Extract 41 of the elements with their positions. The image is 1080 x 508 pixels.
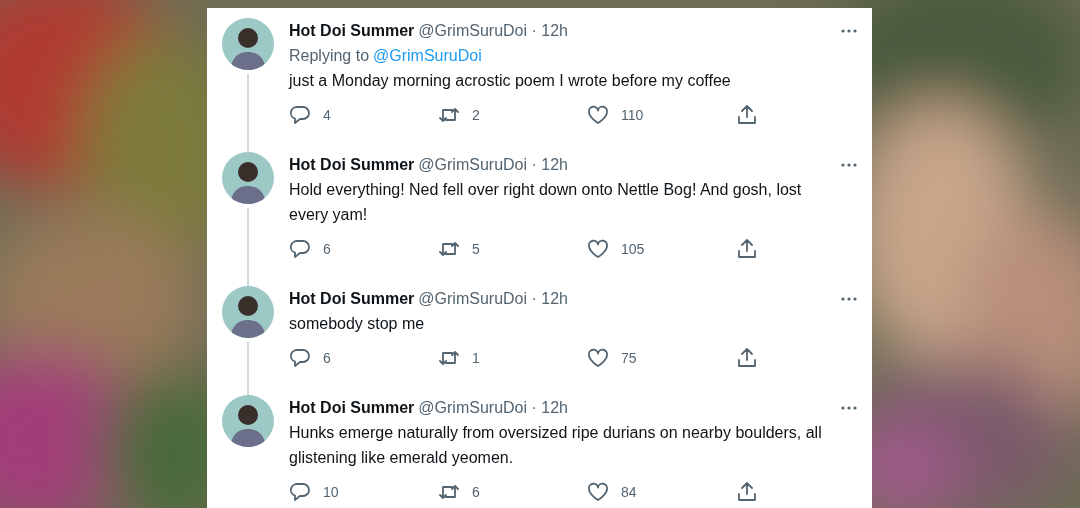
heart-icon[interactable] xyxy=(587,104,609,126)
share-icon[interactable] xyxy=(736,481,758,503)
action-count: 110 xyxy=(621,105,644,125)
action-count: 6 xyxy=(323,239,331,259)
reply-icon[interactable] xyxy=(289,481,311,503)
author-name[interactable]: Hot Doi Summer xyxy=(289,286,415,311)
action-count: 6 xyxy=(472,482,480,502)
avatar[interactable] xyxy=(222,286,274,338)
action-count: 1 xyxy=(472,348,480,368)
author-name[interactable]: Hot Doi Summer xyxy=(289,395,415,420)
reply-icon[interactable] xyxy=(289,104,311,126)
avatar[interactable] xyxy=(222,395,274,447)
share-icon[interactable] xyxy=(736,347,758,369)
tweet-text: Hold everything! Ned fell over right down onto Nettle Bog! And gosh, lost every yam! xyxy=(289,180,803,225)
action-count: 4 xyxy=(323,105,331,125)
heart-icon[interactable] xyxy=(587,238,609,260)
tweet-meta: @GrimSuruDoi · 12h xyxy=(418,20,569,41)
action-count: 5 xyxy=(472,239,480,259)
action-count: 75 xyxy=(621,348,637,368)
tweet-text: Hunks emerge naturally from oversized ripe durians on nearby boulders, all glistening like emerald yeomen. xyxy=(289,423,823,468)
action-count: 105 xyxy=(621,239,645,259)
share-icon[interactable] xyxy=(736,238,758,260)
replying-label: Replying to xyxy=(289,45,370,66)
heart-icon[interactable] xyxy=(587,481,609,503)
tweet-text: just a Monday morning acrostic poem I wrote before my coffee xyxy=(289,71,732,91)
action-count: 10 xyxy=(323,482,339,502)
heart-icon[interactable] xyxy=(587,347,609,369)
share-icon[interactable] xyxy=(736,104,758,126)
author-name[interactable]: Hot Doi Summer xyxy=(289,152,415,177)
action-count: 6 xyxy=(323,348,331,368)
tweet-meta: @GrimSuruDoi · 12h xyxy=(418,154,569,175)
reply-icon[interactable] xyxy=(289,238,311,260)
reply-icon[interactable] xyxy=(289,347,311,369)
action-count: 2 xyxy=(472,105,480,125)
tweet-text: somebody stop me xyxy=(289,314,426,334)
tweet-meta: @GrimSuruDoi · 12h xyxy=(418,397,569,418)
action-count: 84 xyxy=(621,482,637,502)
avatar[interactable] xyxy=(222,18,274,70)
avatar[interactable] xyxy=(222,152,274,204)
author-name[interactable]: Hot Doi Summer xyxy=(289,18,415,43)
tweet-meta: @GrimSuruDoi · 12h xyxy=(418,288,569,309)
